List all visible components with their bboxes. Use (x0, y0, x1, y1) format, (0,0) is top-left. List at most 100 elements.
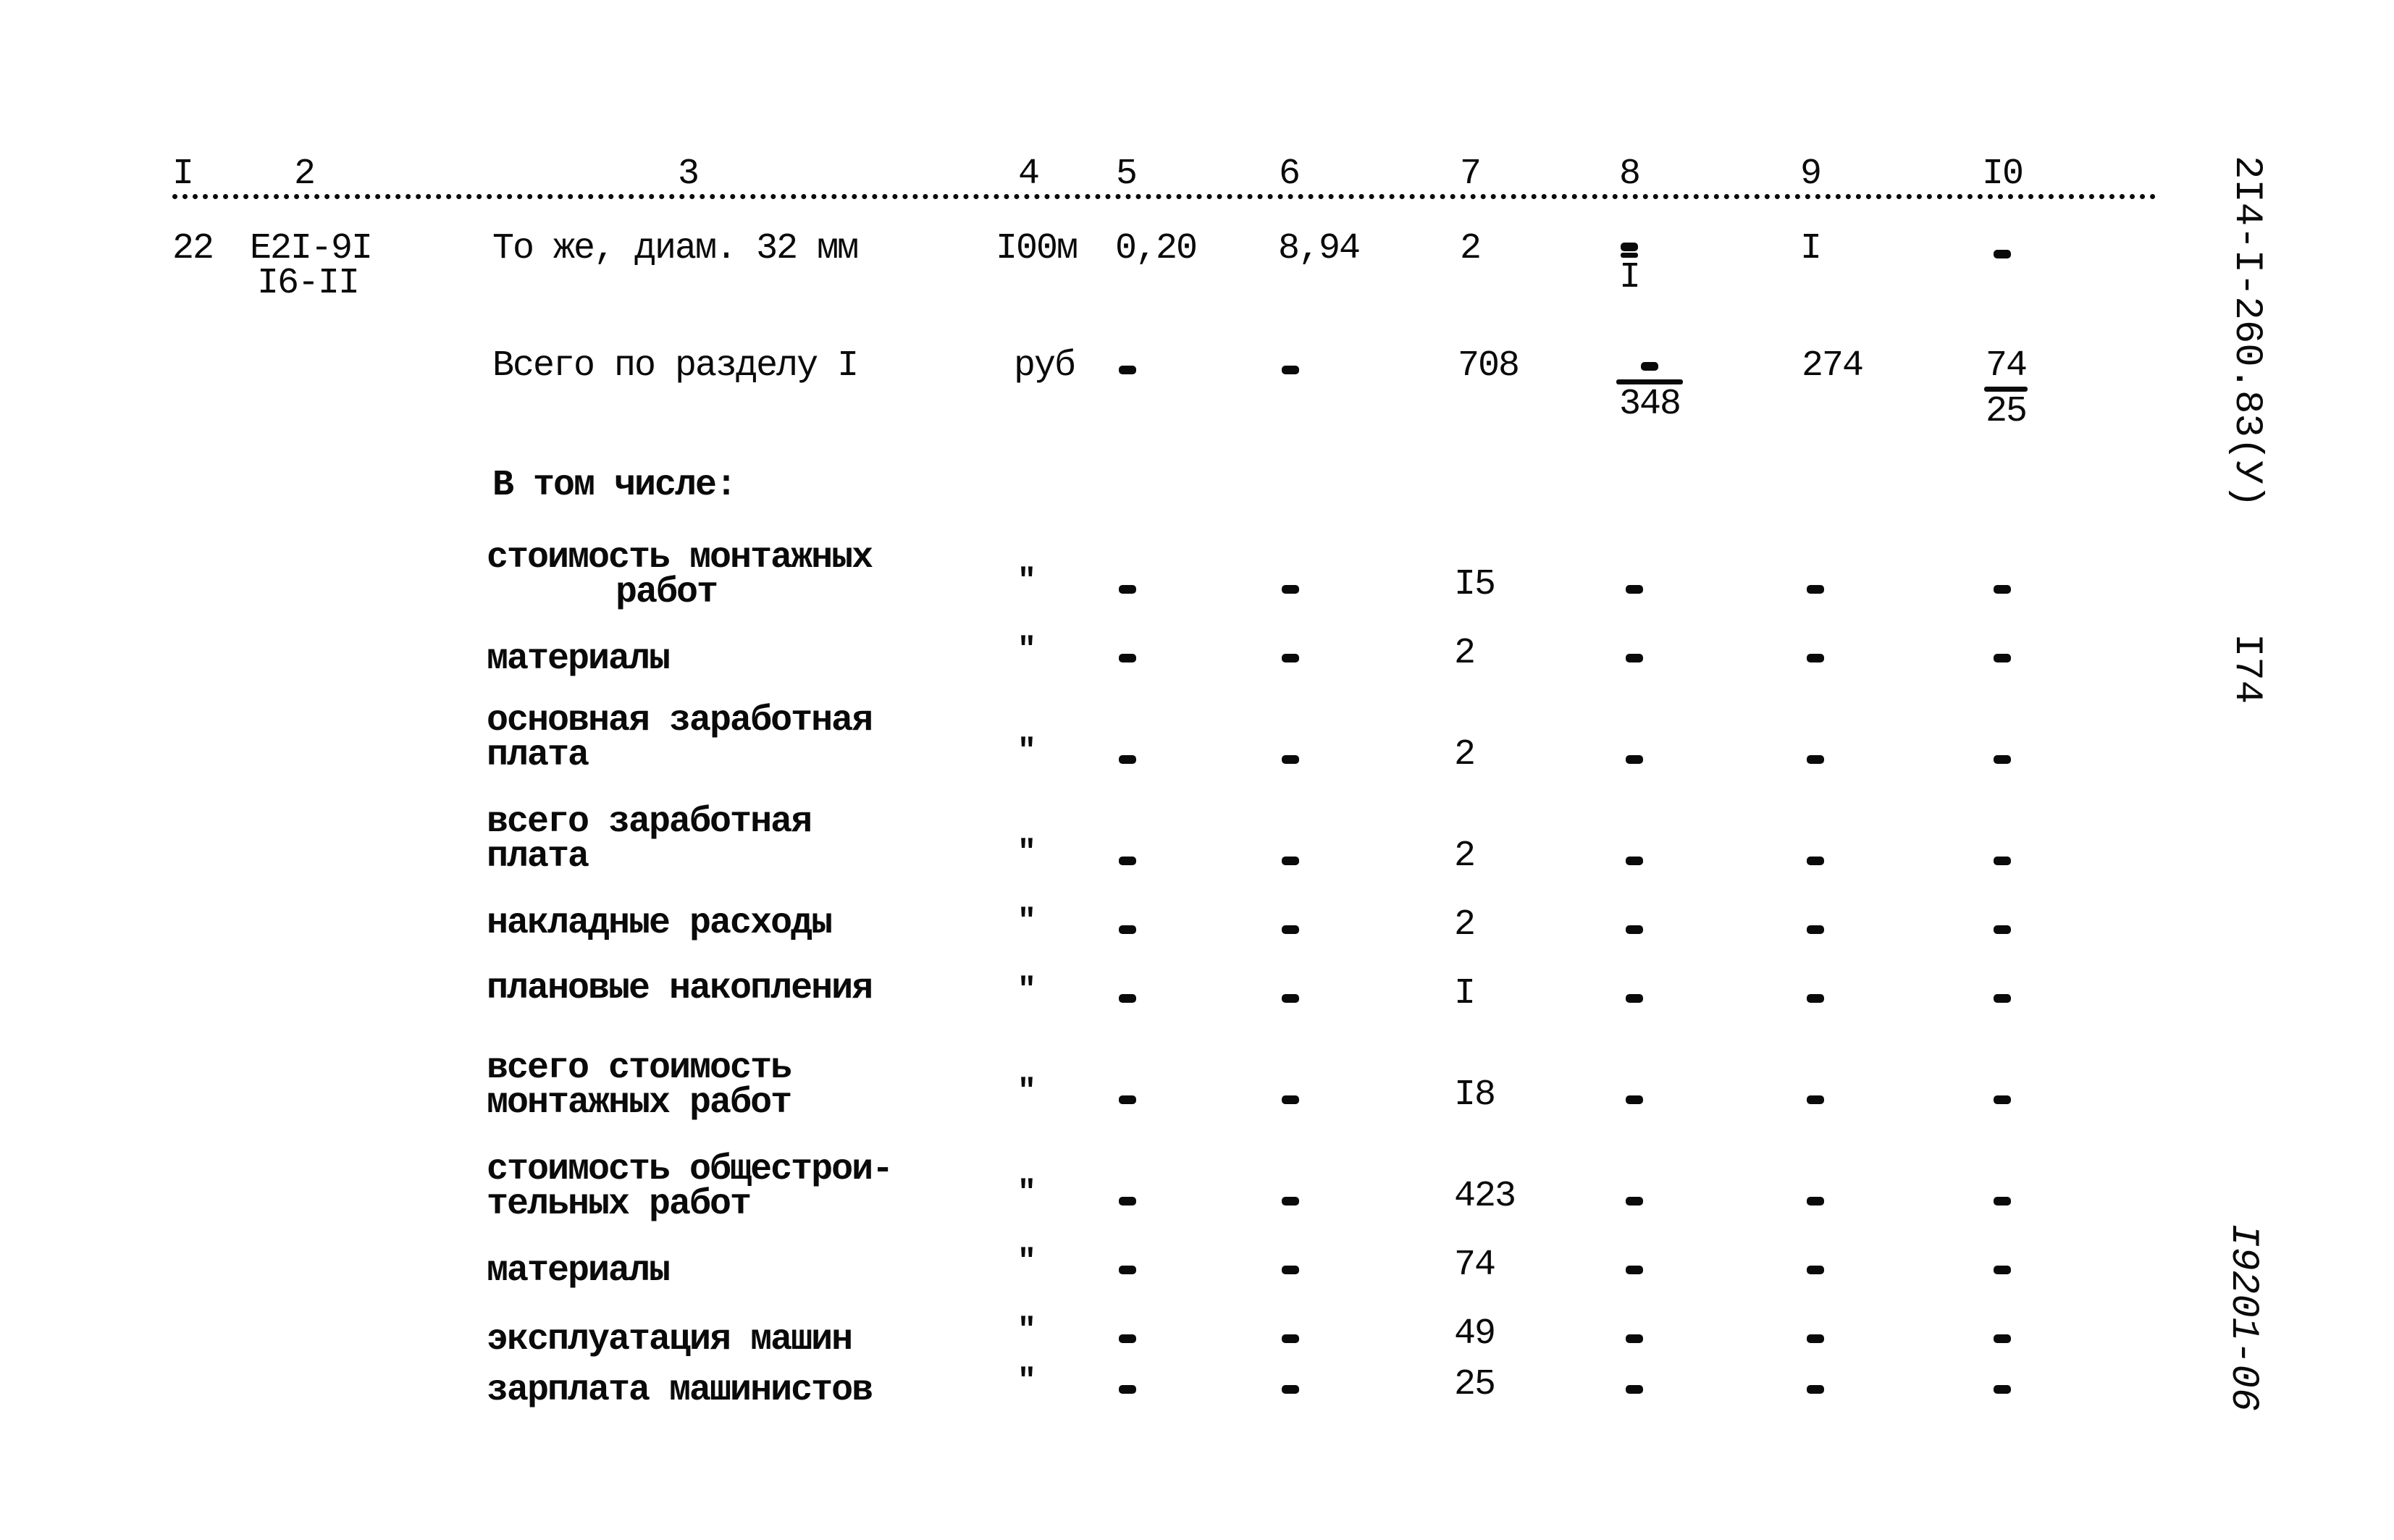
dash-c10 (1994, 755, 2011, 764)
dash-c6 (1282, 1266, 1299, 1274)
row-label-line1: эксплуатация машин (487, 1319, 853, 1360)
dash-c6 (1282, 1095, 1299, 1104)
dash-c5 (1119, 1385, 1136, 1394)
row-col7-value: I8 (1454, 1074, 1496, 1116)
dash-c10 (1994, 1385, 2011, 1394)
total-col10-top: 74 (1985, 345, 2028, 387)
row-label-line1: материалы (487, 1250, 671, 1292)
including-label: В том числе: (492, 465, 737, 506)
dash-c6 (1282, 1334, 1299, 1343)
margin-page-number: I74 (2225, 634, 2269, 704)
total-col6-dash (1282, 366, 1299, 374)
dash-c9 (1807, 994, 1824, 1003)
dash-c5 (1119, 1334, 1136, 1343)
dash-c8 (1626, 1266, 1643, 1274)
row-label-line2: плата (487, 735, 589, 776)
dash-c6 (1282, 1197, 1299, 1206)
total-col10-bottom: 25 (1985, 391, 2028, 432)
dash-c5 (1119, 925, 1136, 934)
total-unit: руб (1014, 345, 1076, 387)
dash-c8 (1626, 1095, 1643, 1104)
item-col8-bottom: I (1618, 257, 1641, 298)
col-header-10: I0 (1981, 153, 2024, 195)
dash-c6 (1282, 585, 1299, 594)
col-header-1: I (172, 153, 194, 195)
row-label-line1: материалы (487, 639, 671, 680)
ditto-mark: " (1017, 1313, 1037, 1349)
dash-c10 (1994, 1334, 2011, 1343)
item-col9: I (1799, 228, 1822, 269)
dash-c10 (1994, 857, 2011, 865)
dash-c10 (1994, 585, 2011, 594)
dash-c9 (1807, 755, 1824, 764)
col-header-7: 7 (1459, 153, 1482, 195)
row-label-line2: плата (487, 836, 589, 878)
dash-c6 (1282, 654, 1299, 662)
total-col7: 708 (1457, 345, 1520, 387)
dash-c8 (1626, 994, 1643, 1003)
ditto-mark: " (1017, 632, 1037, 668)
dash-c10 (1994, 1095, 2011, 1104)
dash-c5 (1119, 585, 1136, 594)
item-col8-fraction: I (1618, 243, 1641, 298)
item-name: То же, диам. 32 мм (492, 228, 859, 269)
dash-c9 (1807, 1197, 1824, 1206)
dash-c8 (1626, 1385, 1643, 1394)
dash-c5 (1119, 857, 1136, 865)
margin-doc-code: 2I4-I-260.83(У) (2225, 156, 2269, 508)
dash-c9 (1807, 1095, 1824, 1104)
dash-c9 (1807, 654, 1824, 662)
total-col8-bottom: 348 (1618, 384, 1681, 425)
col-header-3: 3 (677, 153, 700, 195)
dash-c9 (1807, 857, 1824, 865)
ditto-mark: " (1017, 972, 1037, 1009)
dash-c10 (1994, 994, 2011, 1003)
dash-c9 (1807, 1385, 1824, 1394)
row-label-line1: зарплата машинистов (487, 1370, 873, 1411)
row-col7-value: 2 (1454, 836, 1476, 877)
total-col9: 274 (1801, 345, 1864, 387)
col-header-4: 4 (1017, 153, 1040, 195)
dash-c8 (1626, 654, 1643, 662)
row-col7-value: 2 (1454, 633, 1476, 674)
total-col10-fraction: 74 25 (1984, 348, 2028, 431)
row-col7-value: 74 (1454, 1245, 1496, 1286)
item-col7: 2 (1459, 228, 1482, 269)
ditto-mark: " (1017, 835, 1037, 871)
col-header-5: 5 (1115, 153, 1138, 195)
ditto-mark: " (1017, 1074, 1037, 1110)
total-name: Всего по разделу I (492, 345, 859, 387)
dash-c10 (1994, 654, 2011, 662)
item-unit: I00м (996, 228, 1078, 269)
dash-c8 (1626, 755, 1643, 764)
row-col7-value: 49 (1454, 1313, 1496, 1355)
col-header-2: 2 (293, 153, 316, 195)
dash-c8 (1626, 1197, 1643, 1206)
item-col8-top (1620, 243, 1638, 251)
item-number: 22 (172, 228, 214, 269)
row-label-line1: накладные расходы (487, 903, 833, 944)
dash-c8 (1626, 1334, 1643, 1343)
row-col7-value: I (1454, 973, 1476, 1014)
row-col7-value: 2 (1454, 734, 1476, 775)
dash-c6 (1282, 857, 1299, 865)
row-label-line2: монтажных работ (487, 1082, 792, 1124)
dash-c5 (1119, 994, 1136, 1003)
dash-c6 (1282, 994, 1299, 1003)
dash-c10 (1994, 925, 2011, 934)
dash-c9 (1807, 925, 1824, 934)
total-col8-fraction: 348 (1616, 362, 1683, 424)
row-label-line2: работ (616, 572, 718, 613)
dash-c9 (1807, 1334, 1824, 1343)
total-col8-top (1641, 362, 1658, 371)
dash-c8 (1626, 585, 1643, 594)
col-header-9: 9 (1799, 153, 1822, 195)
col-header-8: 8 (1618, 153, 1641, 195)
item-code-line2: I6-II (257, 263, 360, 304)
dash-c6 (1282, 1385, 1299, 1394)
ditto-mark: " (1017, 563, 1037, 599)
dash-c6 (1282, 925, 1299, 934)
margin-doc-number: I9201-06 (2221, 1224, 2265, 1412)
dash-c6 (1282, 755, 1299, 764)
total-col5-dash (1119, 366, 1136, 374)
